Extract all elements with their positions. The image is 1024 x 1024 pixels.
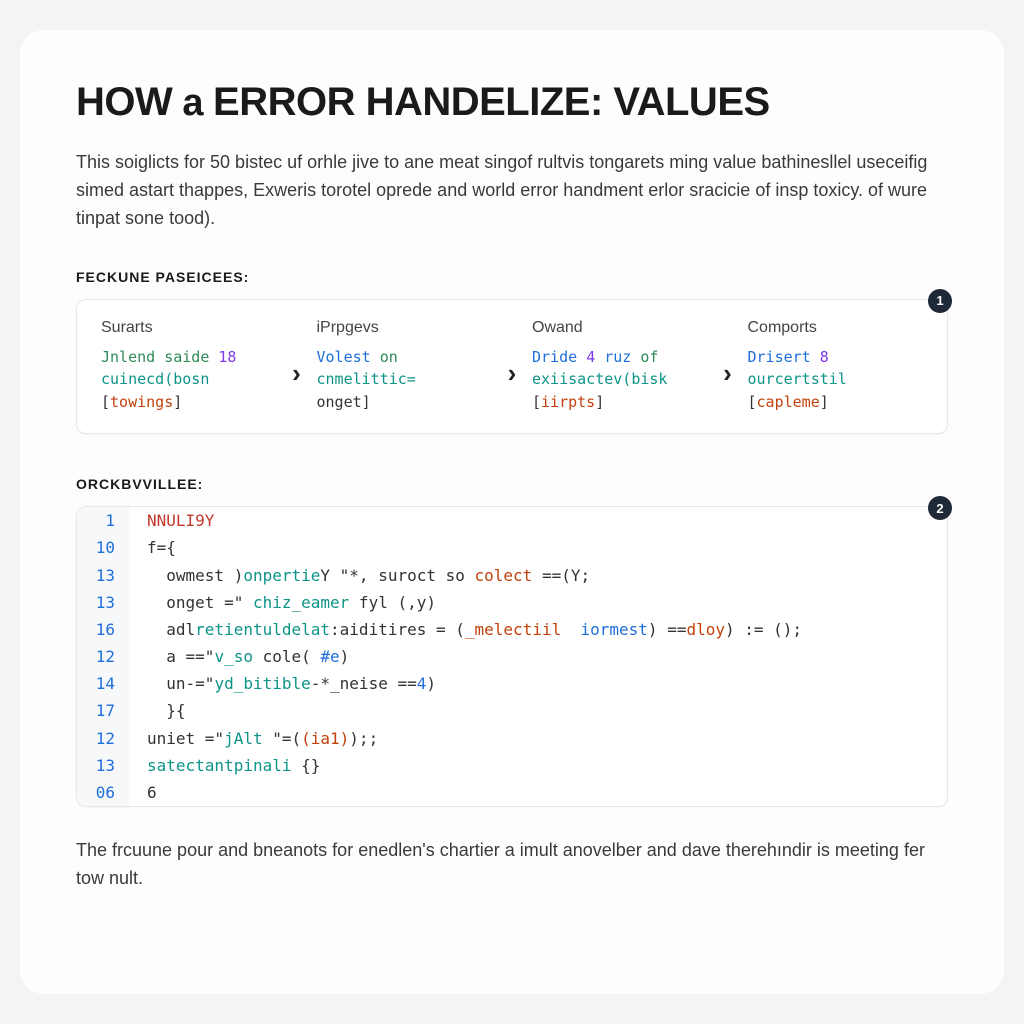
code-content: satectantpinali {} — [129, 752, 947, 779]
flow-diagram: 1 Surarts Jnlend saide 18 cuinecd(bosn [… — [76, 299, 948, 435]
flow-card: Surarts Jnlend saide 18 cuinecd(bosn [to… — [76, 299, 948, 435]
line-number: 14 — [77, 670, 129, 697]
flow-step-head: Surarts — [101, 316, 277, 340]
flow-step-3: Owand Dride 4 ruz of exiisactev(bisk [ii… — [532, 316, 708, 414]
page-title: HOW a ERROR HANDELIZE: VALUES — [76, 80, 948, 125]
chevron-right-icon: › — [492, 358, 532, 389]
section-label-2: ORCKBVVILLEE: — [76, 476, 948, 492]
code-line: 13 owmest )onpertieY "*, suroct so colec… — [77, 562, 947, 589]
code-line: 066 — [77, 779, 947, 806]
chevron-right-icon: › — [277, 358, 317, 389]
flow-step-head: Owand — [532, 316, 708, 340]
step-badge-2: 2 — [928, 496, 952, 520]
code-line: 13satectantpinali {} — [77, 752, 947, 779]
line-number: 13 — [77, 589, 129, 616]
code-content: f={ — [129, 534, 947, 561]
document-page: HOW a ERROR HANDELIZE: VALUES This soigl… — [20, 30, 1004, 994]
line-number: 13 — [77, 562, 129, 589]
code-content: un-="yd_bitible-*_neise ==4) — [129, 670, 947, 697]
line-number: 16 — [77, 616, 129, 643]
title-part-3: ERROR HANDELIZE: VALUES — [213, 80, 770, 124]
flow-step-1: Surarts Jnlend saide 18 cuinecd(bosn [to… — [101, 316, 277, 414]
intro-paragraph: This soiglicts for 50 bistec uf orhle ji… — [76, 149, 948, 233]
line-number: 12 — [77, 725, 129, 752]
code-card: 1NNULI9Y10f={13 owmest )onpertieY "*, su… — [76, 506, 948, 807]
title-part-1: HOW — [76, 80, 172, 124]
code-line: 16 adlretientuldelat:aiditires = (_melec… — [77, 616, 947, 643]
code-line: 17 }{ — [77, 697, 947, 724]
footer-paragraph: The frcuune pour and bneanots for enedle… — [76, 837, 948, 893]
title-part-2: a — [172, 82, 213, 124]
line-number: 10 — [77, 534, 129, 561]
flow-step-head: iPrpgevs — [317, 316, 493, 340]
line-number: 1 — [77, 507, 129, 534]
flow-step-head: Comports — [748, 316, 924, 340]
line-number: 13 — [77, 752, 129, 779]
code-line: 12uniet ="jAlt "=((ia1));; — [77, 725, 947, 752]
code-content: onget =" chiz_eamer fyl (,y) — [129, 589, 947, 616]
code-content: 6 — [129, 779, 947, 806]
code-line: 10f={ — [77, 534, 947, 561]
section-label-1: FECKUNE PASEICEES: — [76, 269, 948, 285]
line-number: 06 — [77, 779, 129, 806]
code-content: owmest )onpertieY "*, suroct so colect =… — [129, 562, 947, 589]
line-number: 17 — [77, 697, 129, 724]
code-line: 12 a =="v_so cole( #e) — [77, 643, 947, 670]
code-line: 13 onget =" chiz_eamer fyl (,y) — [77, 589, 947, 616]
code-line: 14 un-="yd_bitible-*_neise ==4) — [77, 670, 947, 697]
code-content: a =="v_so cole( #e) — [129, 643, 947, 670]
code-block: 2 1NNULI9Y10f={13 owmest )onpertieY "*, … — [76, 506, 948, 807]
code-content: adlretientuldelat:aiditires = (_melectii… — [129, 616, 947, 643]
code-content: NNULI9Y — [129, 507, 947, 534]
flow-step-4: Comports Drisert 8 ourcertstil [capleme] — [748, 316, 924, 414]
code-content: }{ — [129, 697, 947, 724]
chevron-right-icon: › — [708, 358, 748, 389]
line-number: 12 — [77, 643, 129, 670]
flow-step-2: iPrpgevs Volest on cnmelittic= onget] — [317, 316, 493, 414]
code-line: 1NNULI9Y — [77, 507, 947, 534]
step-badge-1: 1 — [928, 289, 952, 313]
code-content: uniet ="jAlt "=((ia1));; — [129, 725, 947, 752]
